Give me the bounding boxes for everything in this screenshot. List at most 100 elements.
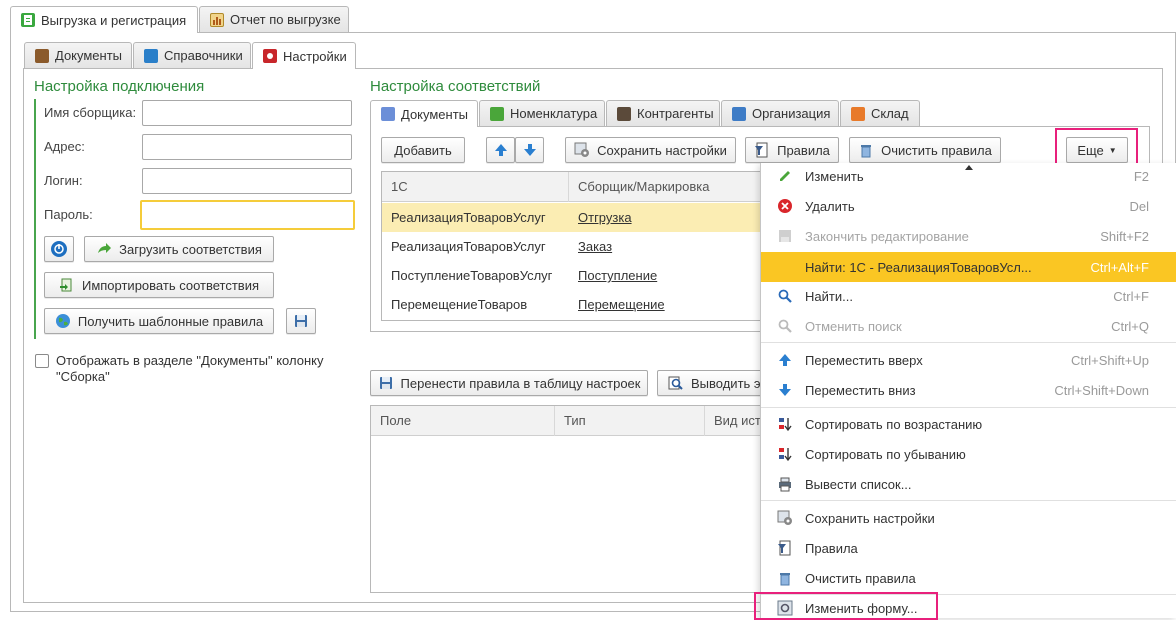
import-icon — [59, 277, 75, 293]
floppy-disk-icon — [293, 313, 309, 329]
connection-title: Настройка подключения — [34, 78, 205, 95]
table-row[interactable]: ПеремещениеТоваров Перемещение — [382, 290, 780, 319]
menu-item-sort-desc[interactable]: Сортировать по убыванию — [761, 439, 1176, 469]
move-up-button[interactable] — [486, 137, 515, 163]
more-context-menu: Изменить F2 Удалить Del Закончить редакт… — [760, 163, 1176, 618]
menu-item-find-value[interactable]: Найти: 1С - РеализацияТоваровУсл... Ctrl… — [761, 252, 1176, 282]
button-label: Правила — [777, 142, 830, 158]
cell-1c: РеализацияТоваровУслуг — [391, 210, 546, 225]
menu-item-move-down[interactable]: Переместить вниз Ctrl+Shift+Down — [761, 375, 1176, 405]
tab-upload-report[interactable]: Отчет по выгрузке — [199, 6, 349, 32]
book-icon — [144, 48, 158, 63]
magnifier-icon — [668, 375, 684, 391]
menu-item-rules[interactable]: Правила — [761, 533, 1176, 563]
table-row[interactable]: РеализацияТоваровУслуг Отгрузка — [382, 203, 780, 232]
add-button[interactable]: Добавить — [381, 137, 465, 163]
tab-mapping-warehouse[interactable]: Склад — [840, 100, 920, 126]
address-input[interactable] — [142, 134, 352, 160]
menu-item-clear-rules[interactable]: Очистить правила — [761, 563, 1176, 593]
menu-item-find[interactable]: Найти... Ctrl+F — [761, 281, 1176, 311]
cell-1c: ПоступлениеТоваровУслуг — [391, 268, 553, 283]
password-input[interactable] — [140, 200, 355, 230]
sort-desc-icon — [777, 446, 793, 462]
tab-mapping-nomenclature[interactable]: Номенклатура — [479, 100, 605, 126]
get-template-rules-button[interactable]: Получить шаблонные правила — [44, 308, 274, 334]
tab-mapping-documents[interactable]: Документы — [370, 100, 478, 127]
menu-item-cancel-search[interactable]: Отменить поиск Ctrl+Q — [761, 311, 1176, 341]
show-assembly-column-label: Отображать в разделе "Документы" колонку… — [56, 353, 324, 384]
show-assembly-column-checkbox[interactable] — [35, 354, 49, 368]
password-label: Пароль: — [44, 207, 93, 222]
arrow-down-icon — [522, 142, 538, 158]
clear-rules-button[interactable]: Очистить правила — [849, 137, 1001, 163]
people-icon — [617, 106, 631, 121]
globe-icon — [55, 313, 71, 329]
button-label: Импортировать соответствия — [81, 277, 260, 293]
table-row[interactable]: РеализацияТоваровУслуг Заказ — [382, 232, 780, 261]
tab-settings[interactable]: Настройки — [252, 42, 356, 69]
tab-mapping-organization[interactable]: Организация — [721, 100, 839, 126]
cell-collector[interactable]: Поступление — [569, 261, 657, 290]
address-label: Адрес: — [44, 139, 85, 154]
column-header-1c[interactable]: 1С — [382, 172, 569, 202]
column-header-field[interactable]: Поле — [371, 406, 555, 436]
column-header-collector[interactable]: Сборщик/Маркировка — [569, 172, 780, 202]
pencil-icon — [777, 168, 793, 184]
tab-label: Отчет по выгрузке — [230, 12, 341, 27]
connection-group-bar — [34, 99, 36, 339]
power-icon — [51, 241, 67, 257]
menu-item-move-up[interactable]: Переместить вверх Ctrl+Shift+Up — [761, 345, 1176, 375]
cell-collector[interactable]: Перемещение — [569, 290, 665, 319]
save-disk-button[interactable] — [286, 308, 316, 334]
login-input[interactable] — [142, 168, 352, 194]
menu-item-sort-asc[interactable]: Сортировать по возрастанию — [761, 409, 1176, 439]
power-button[interactable] — [44, 236, 74, 262]
button-label: Перенести правила в таблицу настроек — [400, 375, 641, 391]
move-down-button[interactable] — [515, 137, 544, 163]
menu-pointer — [965, 165, 973, 170]
print-list-icon — [777, 476, 793, 492]
button-label: Очистить правила — [881, 142, 992, 158]
menu-item-delete[interactable]: Удалить Del — [761, 191, 1176, 221]
table-header: 1С Сборщик/Маркировка — [382, 172, 780, 202]
briefcase-icon — [35, 48, 49, 63]
house-icon — [851, 106, 865, 121]
save-settings-button[interactable]: Сохранить настройки — [565, 137, 736, 163]
column-header-type[interactable]: Тип — [555, 406, 705, 436]
report-icon — [210, 12, 224, 27]
tab-catalogs[interactable]: Справочники — [133, 42, 251, 68]
cancel-search-icon — [777, 318, 793, 334]
tab-label: Склад — [871, 106, 909, 121]
menu-separator — [761, 500, 1176, 501]
menu-item-save-settings[interactable]: Сохранить настройки — [761, 503, 1176, 533]
tab-label: Организация — [752, 106, 831, 121]
tab-documents[interactable]: Документы — [24, 42, 132, 68]
mapping-table: 1С Сборщик/Маркировка РеализацияТоваровУ… — [381, 171, 781, 321]
cell-collector[interactable]: Отгрузка — [569, 203, 632, 232]
menu-item-print-list[interactable]: Вывести список... — [761, 469, 1176, 499]
load-mappings-button[interactable]: Загрузить соответствия — [84, 236, 274, 262]
import-mappings-button[interactable]: Импортировать соответствия — [44, 272, 274, 298]
tab-mapping-contractors[interactable]: Контрагенты — [606, 100, 720, 126]
tab-label: Справочники — [164, 48, 243, 63]
rules-button[interactable]: Правила — [745, 137, 839, 163]
trash-icon — [858, 142, 874, 158]
output-button[interactable]: Выводить эк — [657, 370, 777, 396]
trash-icon — [777, 570, 793, 586]
rules-icon — [754, 142, 770, 158]
save-settings-icon — [777, 510, 793, 526]
cell-1c: РеализацияТоваровУслуг — [391, 239, 546, 254]
cell-collector[interactable]: Заказ — [569, 232, 612, 261]
menu-item-end-edit[interactable]: Закончить редактирование Shift+F2 — [761, 221, 1176, 251]
transfer-rules-button[interactable]: Перенести правила в таблицу настроек — [370, 370, 648, 396]
cell-1c: ПеремещениеТоваров — [391, 297, 528, 312]
collector-name-input[interactable] — [142, 100, 352, 126]
tab-label: Настройки — [283, 48, 347, 64]
button-label: Сохранить настройки — [597, 142, 727, 158]
tab-label: Документы — [401, 106, 469, 122]
tab-upload-registration[interactable]: Выгрузка и регистрация — [10, 6, 198, 33]
more-button-highlight — [1055, 128, 1138, 168]
sort-asc-icon — [777, 416, 793, 432]
menu-separator — [761, 342, 1176, 343]
table-row[interactable]: ПоступлениеТоваровУслуг Поступление — [382, 261, 780, 290]
